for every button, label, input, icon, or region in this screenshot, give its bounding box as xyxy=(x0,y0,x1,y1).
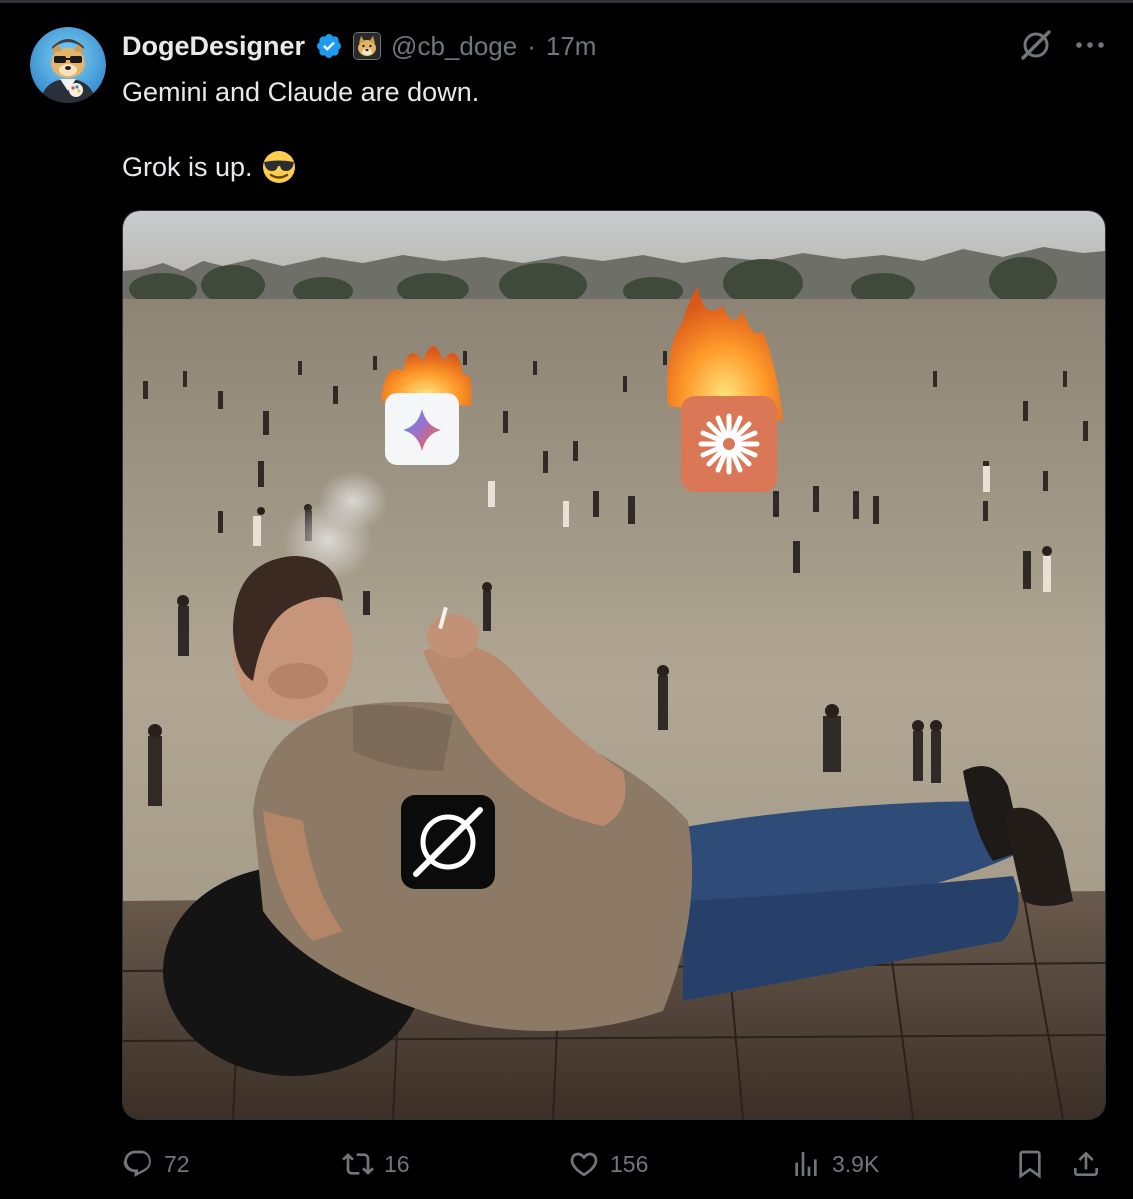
bookmark-button[interactable] xyxy=(1014,1142,1046,1186)
post-top-actions xyxy=(1019,28,1105,62)
like-button[interactable]: 156 xyxy=(568,1142,648,1186)
repost-button[interactable]: 16 xyxy=(342,1142,410,1186)
bookmark-icon xyxy=(1019,1150,1041,1179)
separator-dot: · xyxy=(527,30,536,61)
avatar[interactable] xyxy=(30,27,106,103)
more-icon[interactable] xyxy=(1075,40,1105,50)
post-text-line-2: Grok is up. xyxy=(122,149,1022,185)
tweet-detail: DogeDesigner @cb_doge · 17m Gemini and C… xyxy=(0,0,1133,1199)
reply-button[interactable]: 72 xyxy=(122,1142,190,1186)
repost-icon xyxy=(342,1153,374,1175)
post-timestamp[interactable]: 17m xyxy=(546,31,597,62)
display-name[interactable]: DogeDesigner xyxy=(122,31,305,62)
post-text-line-2-text: Grok is up. xyxy=(122,152,253,182)
doge-affiliate-badge-icon[interactable] xyxy=(353,32,382,60)
like-count: 156 xyxy=(610,1150,649,1177)
post-action-bar: 72 16 156 3.9K xyxy=(122,1142,1104,1186)
post-media-image[interactable] xyxy=(122,210,1106,1120)
user-handle[interactable]: @cb_doge xyxy=(391,31,517,62)
views-icon xyxy=(795,1152,817,1176)
heart-icon xyxy=(570,1152,598,1177)
share-icon xyxy=(1074,1151,1098,1176)
reply-icon xyxy=(123,1150,151,1177)
post-text: Gemini and Claude are down. Grok is up. xyxy=(122,74,1022,185)
share-button[interactable] xyxy=(1070,1142,1102,1186)
views-count: 3.9K xyxy=(832,1150,880,1177)
views-button[interactable]: 3.9K xyxy=(790,1142,879,1186)
sunglasses-emoji-icon xyxy=(261,149,297,185)
reply-count: 72 xyxy=(164,1150,190,1177)
verified-badge-icon xyxy=(315,32,343,60)
post-text-line-1: Gemini and Claude are down. xyxy=(122,77,480,107)
repost-count: 16 xyxy=(384,1150,410,1177)
grok-icon[interactable] xyxy=(1019,28,1053,62)
post-header: DogeDesigner @cb_doge · 17m xyxy=(122,28,596,64)
divider xyxy=(0,0,1133,3)
